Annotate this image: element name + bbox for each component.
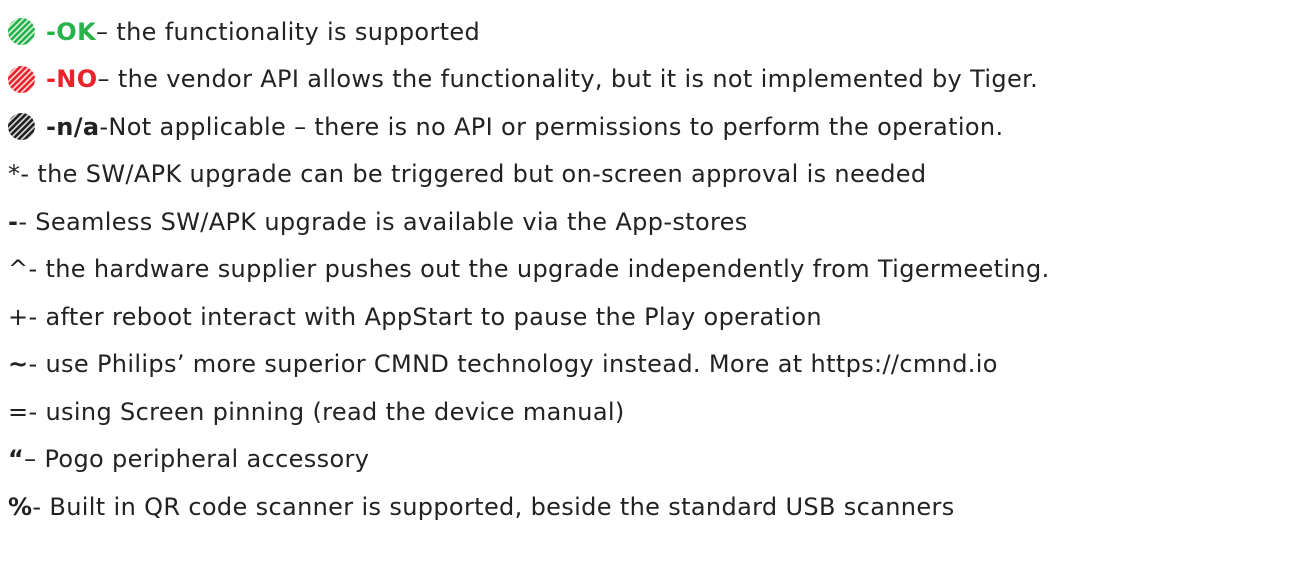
legend-row-plus: + - after reboot interact with AppStart … xyxy=(8,293,1308,341)
asterisk-symbol: * xyxy=(8,160,21,189)
quote-description: – Pogo peripheral accessory xyxy=(24,445,370,474)
caret-symbol: ^ xyxy=(8,255,29,284)
no-description: – the vendor API allows the functionalit… xyxy=(97,65,1039,94)
plus-symbol: + xyxy=(8,302,29,331)
plus-description: - after reboot interact with AppStart to… xyxy=(28,302,822,331)
legend-row-quote: “ – Pogo peripheral accessory xyxy=(8,436,1308,484)
asterisk-description: - the SW/APK upgrade can be triggered bu… xyxy=(20,160,927,189)
na-code: -n/a xyxy=(46,112,100,141)
dash-symbol: - xyxy=(8,207,19,236)
legend-row-ok: -OK – the functionality is supported xyxy=(8,8,1308,56)
legend-row-percent: % - Built in QR code scanner is supporte… xyxy=(8,483,1308,531)
equals-description: - using Screen pinning (read the device … xyxy=(28,397,625,426)
no-code: -NO xyxy=(46,65,98,94)
legend-row-dash: - - Seamless SW/APK upgrade is available… xyxy=(8,198,1308,246)
ok-description: – the functionality is supported xyxy=(96,17,481,46)
legend-row-caret: ^ - the hardware supplier pushes out the… xyxy=(8,246,1308,294)
ok-status-icon xyxy=(8,18,35,46)
dash-description: - Seamless SW/APK upgrade is available v… xyxy=(18,207,748,236)
caret-description: - the hardware supplier pushes out the u… xyxy=(28,255,1050,284)
legend: -OK – the functionality is supported -NO… xyxy=(8,8,1308,531)
legend-row-tilde: ~ - use Philips’ more superior CMND tech… xyxy=(8,341,1308,389)
na-description: -Not applicable – there is no API or per… xyxy=(99,112,1004,141)
equals-symbol: = xyxy=(8,397,29,426)
na-status-icon xyxy=(8,113,35,141)
legend-row-no: -NO – the vendor API allows the function… xyxy=(8,56,1308,104)
tilde-symbol: ~ xyxy=(8,350,29,379)
no-status-icon xyxy=(8,65,35,93)
legend-row-asterisk: * - the SW/APK upgrade can be triggered … xyxy=(8,151,1308,199)
percent-symbol: % xyxy=(8,492,33,521)
percent-description: - Built in QR code scanner is supported,… xyxy=(32,492,955,521)
tilde-description: - use Philips’ more superior CMND techno… xyxy=(28,350,998,379)
ok-code: -OK xyxy=(46,17,97,46)
quote-symbol: “ xyxy=(8,445,25,474)
legend-row-equals: = - using Screen pinning (read the devic… xyxy=(8,388,1308,436)
legend-row-na: -n/a -Not applicable – there is no API o… xyxy=(8,103,1308,151)
